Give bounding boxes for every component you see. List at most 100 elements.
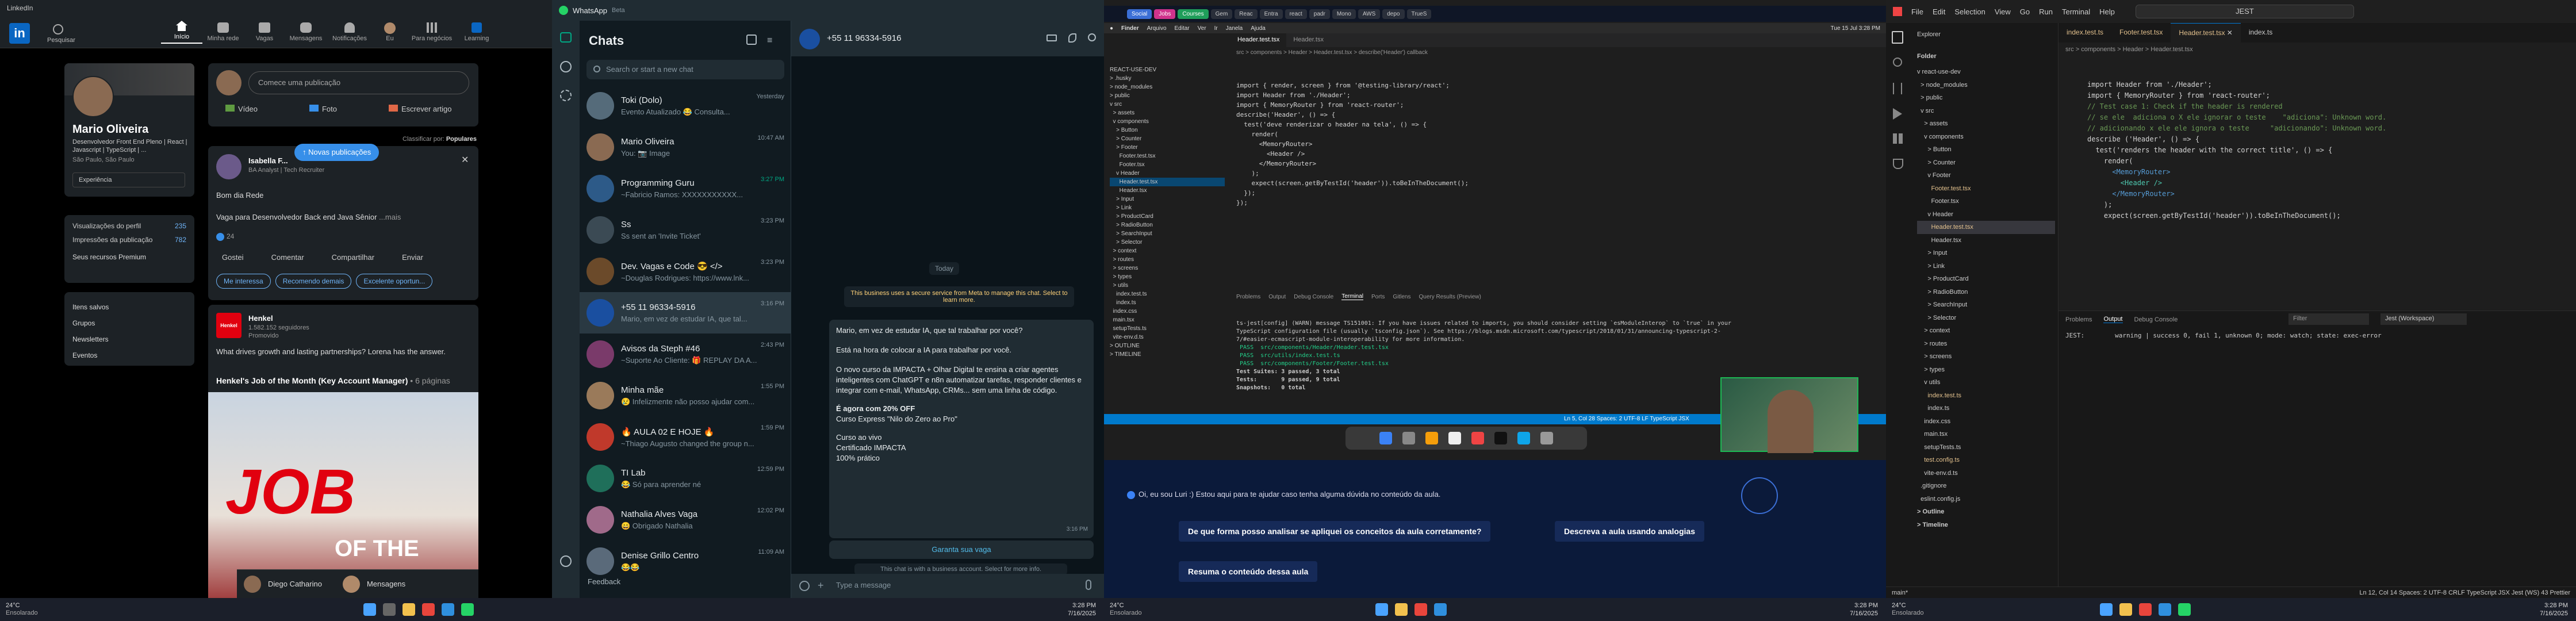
menu-item[interactable]: Run — [2039, 7, 2053, 16]
chat-item[interactable]: 🔥 AULA 02 E HOJE 🔥 ~Thiago Augusto change… — [580, 416, 791, 458]
nav-home[interactable]: Início — [161, 21, 202, 44]
tree-item[interactable]: > context — [1110, 247, 1225, 255]
extensions-icon[interactable] — [1893, 133, 1903, 144]
nav-me[interactable]: Eu — [373, 22, 407, 42]
tree-item[interactable]: > node_modules — [1110, 83, 1225, 91]
output-channel-select[interactable]: Jest (Workspace) — [2380, 313, 2467, 325]
vscode-app-icon[interactable] — [441, 603, 454, 616]
tree-item[interactable]: index.ts — [1917, 402, 2055, 415]
tree-item[interactable]: > Timeline — [1917, 519, 2055, 532]
menu-item[interactable]: Selection — [1954, 7, 1985, 16]
tree-item[interactable]: v Header — [1917, 208, 2055, 221]
start-post-button[interactable]: Comece uma publicação — [248, 71, 469, 94]
tree-item[interactable]: > RadioButton — [1917, 286, 2055, 299]
nav-business[interactable]: Para negócios — [407, 22, 457, 42]
status-rail-icon[interactable] — [560, 90, 572, 101]
premium-link[interactable]: Seus recursos Premium — [72, 253, 186, 261]
tree-item[interactable]: Header.tsx — [1110, 186, 1225, 195]
new-chat-icon[interactable] — [746, 34, 757, 45]
tree-item[interactable]: Footer.test.tsx — [1917, 182, 2055, 195]
chat-item[interactable]: Denise Grillo Centro 😂😂 11:09 AM — [580, 540, 791, 582]
tree-item[interactable]: > Selector — [1917, 312, 2055, 325]
chat-item[interactable]: Programming Guru ~Fabricio Ramos: XXXXXXX… — [580, 168, 791, 209]
tree-item[interactable]: v src — [1917, 105, 2055, 118]
tree-item[interactable]: > Link — [1917, 260, 2055, 273]
tree-item[interactable]: vite-env.d.ts — [1917, 467, 2055, 480]
post-author[interactable]: Henkel — [248, 314, 273, 323]
dock-app-icon[interactable] — [1471, 432, 1484, 444]
linkedin-tab-title[interactable]: LinkedIn — [7, 4, 33, 12]
tree-item[interactable]: v Footer — [1917, 169, 2055, 182]
tree-item[interactable]: Footer.test.tsx — [1110, 152, 1225, 160]
panel-tab[interactable]: Debug Console — [1294, 294, 1333, 300]
tree-item[interactable]: > assets — [1110, 109, 1225, 117]
linkedin-logo[interactable]: in — [9, 23, 30, 44]
menu-item[interactable]: Janela — [1226, 25, 1243, 32]
share-button[interactable]: Compartilhar — [332, 253, 374, 262]
browser-tab[interactable]: depo — [1382, 9, 1405, 19]
menu-item[interactable]: Ver — [1198, 25, 1206, 32]
experience-box[interactable]: Experiência — [72, 172, 185, 187]
dock-app-icon[interactable] — [1517, 432, 1530, 444]
panel-tab[interactable]: Problems — [2065, 316, 2092, 323]
search-icon[interactable] — [53, 24, 63, 34]
calls-rail-icon[interactable] — [560, 61, 572, 72]
whatsapp-app-icon[interactable] — [2178, 603, 2191, 616]
video-button[interactable]: Vídeo — [225, 105, 258, 113]
editor-tab-active[interactable]: Header.test.tsx — [1230, 33, 1287, 47]
tree-item[interactable]: > Button — [1110, 126, 1225, 135]
browser-tab[interactable]: Gem — [1210, 9, 1233, 19]
tree-item[interactable]: > Outline — [1917, 505, 2055, 519]
chrome-icon[interactable] — [2138, 603, 2152, 616]
tree-item[interactable]: > assets — [1917, 117, 2055, 131]
browser-tab[interactable]: AWS — [1358, 9, 1381, 19]
attach-icon[interactable]: + — [818, 580, 824, 592]
editor-tab[interactable]: index.ts — [2241, 23, 2280, 43]
tree-item[interactable]: > public — [1917, 91, 2055, 105]
start-icon[interactable] — [363, 603, 376, 616]
vscode-app-icon[interactable] — [1433, 603, 1447, 616]
tree-item[interactable]: > ProductCard — [1917, 273, 2055, 286]
chip-excellent[interactable]: Excelente oportun... — [356, 274, 433, 289]
nav-notifications[interactable]: Notificações — [327, 22, 373, 42]
panel-tab-active[interactable]: Output — [2103, 316, 2123, 323]
whatsapp-app-icon[interactable] — [461, 603, 474, 616]
testing-icon[interactable] — [1893, 159, 1903, 169]
tree-item[interactable]: > Counter — [1917, 156, 2055, 170]
tree-item[interactable]: > node_modules — [1917, 79, 2055, 92]
browser-tab[interactable]: Social — [1127, 9, 1152, 19]
tree-item[interactable]: > OUTLINE — [1110, 342, 1225, 350]
contact-name[interactable]: +55 11 96334-5916 — [827, 33, 901, 43]
business-notice[interactable]: This business uses a secure service from… — [844, 286, 1074, 307]
emoji-icon[interactable] — [799, 581, 810, 591]
tree-item[interactable]: > routes — [1917, 338, 2055, 351]
post-author[interactable]: Isabella F... — [248, 156, 288, 165]
menu-item[interactable]: Edit — [1933, 7, 1945, 16]
chat-item[interactable]: Ss Ss sent an 'Invite Ticket' 3:23 PM — [580, 209, 791, 251]
editor-tab[interactable]: index.test.ts — [2058, 23, 2111, 43]
comment-button[interactable]: Comentar — [271, 253, 304, 262]
dock-app-icon[interactable] — [1379, 432, 1392, 444]
tree-item[interactable]: > public — [1110, 91, 1225, 100]
menu-item[interactable]: Finder — [1121, 25, 1139, 32]
send-button[interactable]: Enviar — [402, 253, 423, 262]
dock-app-icon[interactable] — [1402, 432, 1415, 444]
chats-rail-icon[interactable] — [560, 32, 572, 43]
nav-jobs[interactable]: Vagas — [244, 22, 285, 42]
browser-tab[interactable]: Entra — [1259, 9, 1283, 19]
dock-app-icon[interactable] — [1425, 432, 1438, 444]
panel-tab-active[interactable]: Terminal — [1341, 293, 1364, 300]
browser-tab[interactable]: TrueS — [1406, 9, 1432, 19]
new-posts-pill[interactable]: ↑ Novas publicações — [294, 144, 379, 161]
chrome-icon[interactable] — [1414, 603, 1427, 616]
tree-item-active[interactable]: Header.test.tsx — [1917, 221, 2055, 234]
chat-item[interactable]: Toki (Dolo) Evento Atualizado 😂 Consulta.… — [580, 85, 791, 126]
chat-item-active[interactable]: +55 11 96334-5916 Mario, em vez de estuda… — [580, 292, 791, 334]
contact-avatar[interactable] — [799, 29, 820, 49]
chat-item[interactable]: Mario Oliveira You: 📷 Image 10:47 AM — [580, 126, 791, 168]
groups-link[interactable]: Grupos — [72, 315, 186, 331]
mac-code-editor[interactable]: import { render, screen } from '@testing… — [1236, 61, 1880, 233]
tree-item[interactable]: > Selector — [1110, 238, 1225, 247]
weather-widget[interactable]: 24°C Ensolarado — [1892, 602, 1924, 617]
panel-tab[interactable]: Debug Console — [2134, 316, 2178, 323]
